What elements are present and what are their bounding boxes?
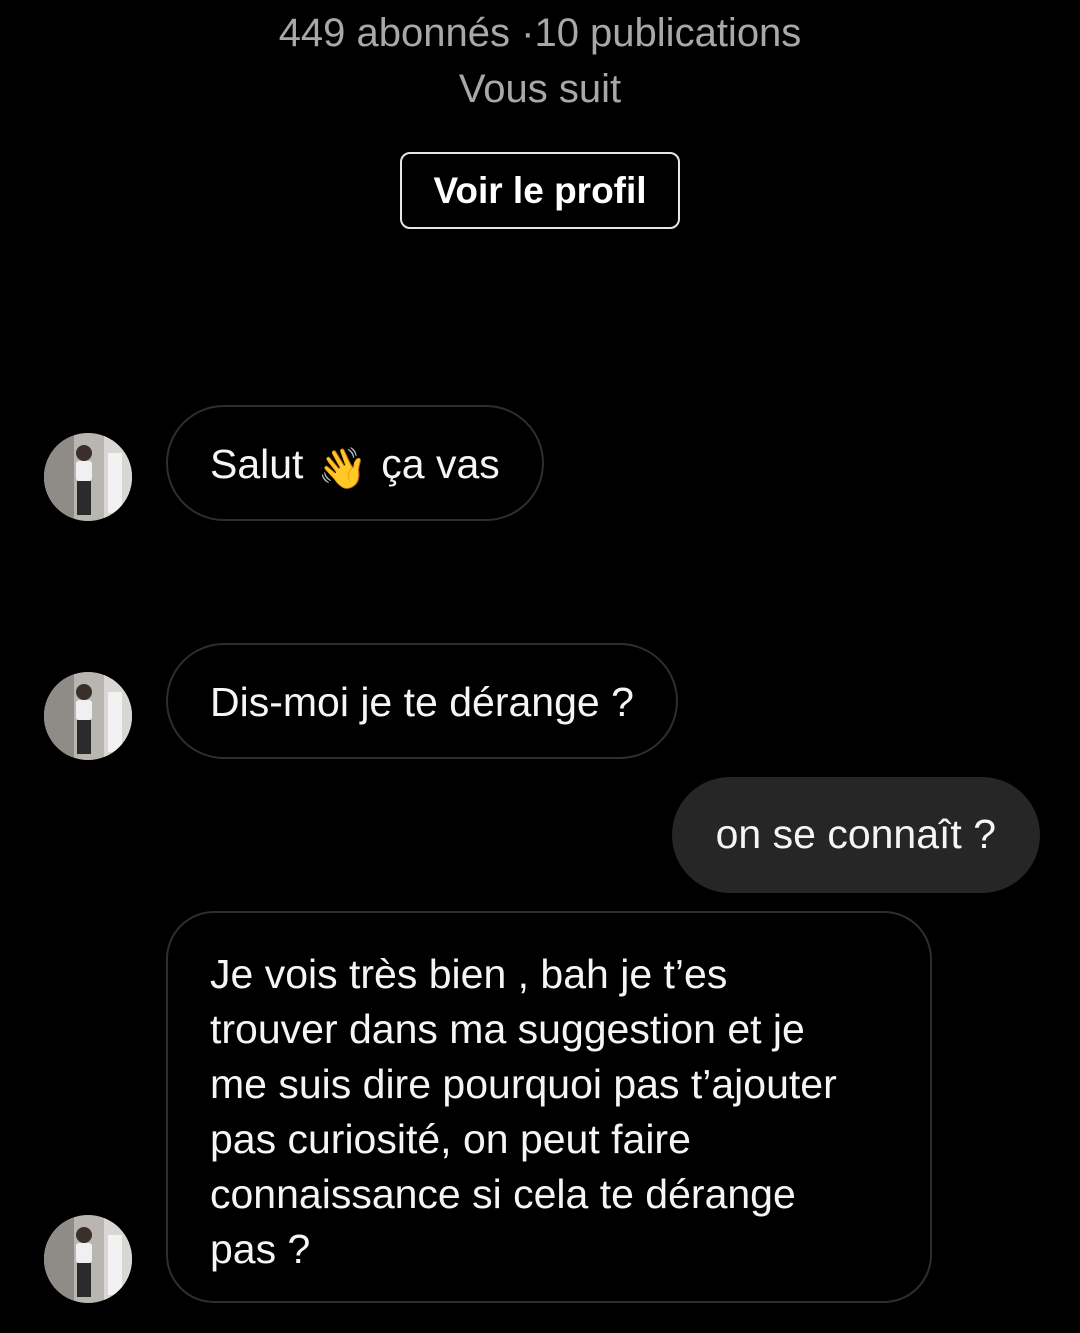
message-text: Salut bbox=[210, 441, 304, 487]
avatar[interactable] bbox=[44, 1215, 132, 1303]
message-text: ça vas bbox=[381, 441, 500, 487]
message-bubble-incoming[interactable]: Salut 👋 ça vas bbox=[166, 405, 544, 521]
message-line: pas curiosité, on peut faire bbox=[210, 1116, 691, 1162]
avatar[interactable] bbox=[44, 433, 132, 521]
profile-header: 449 abonnés ·10 publications Vous suit bbox=[0, 8, 1080, 114]
message-text: Dis-moi je te dérange ? bbox=[210, 679, 634, 725]
follow-status: Vous suit bbox=[458, 67, 622, 111]
message-line: connaissance si cela te dérange bbox=[210, 1171, 796, 1217]
message-line: me suis dire pourquoi pas t’ajouter bbox=[210, 1061, 837, 1107]
message-line: trouver dans ma suggestion et je bbox=[210, 1006, 805, 1052]
view-profile-button[interactable]: Voir le profil bbox=[400, 152, 680, 229]
message-line: Je vois très bien , bah je t’es bbox=[210, 951, 728, 997]
profile-stats: 449 abonnés ·10 publications bbox=[278, 11, 802, 55]
message-text: on se connaît ? bbox=[715, 811, 996, 857]
message-bubble-incoming[interactable]: Je vois très bien , bah je t’es trouver … bbox=[166, 911, 932, 1303]
avatar[interactable] bbox=[44, 672, 132, 760]
message-line: pas ? bbox=[210, 1226, 311, 1272]
message-bubble-outgoing[interactable]: on se connaît ? bbox=[671, 777, 1040, 893]
waving-hand-icon: 👋 bbox=[317, 447, 368, 491]
message-bubble-incoming[interactable]: Dis-moi je te dérange ? bbox=[166, 643, 678, 759]
